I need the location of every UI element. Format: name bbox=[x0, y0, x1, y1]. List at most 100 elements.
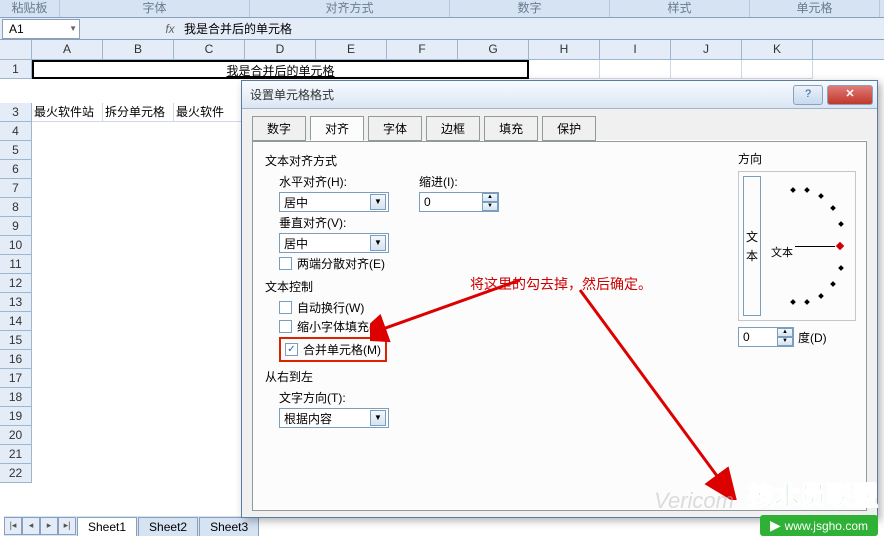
watermark-url: ▶ www.jsgho.com bbox=[760, 515, 878, 536]
sheet-nav-next-icon[interactable]: ▸ bbox=[40, 517, 58, 535]
row-header[interactable]: 19 bbox=[0, 407, 32, 426]
col-header-k[interactable]: K bbox=[742, 40, 813, 59]
col-header-g[interactable]: G bbox=[458, 40, 529, 59]
cell-a3[interactable]: 最火软件站 bbox=[32, 103, 103, 122]
col-header-i[interactable]: I bbox=[600, 40, 671, 59]
cell[interactable] bbox=[600, 60, 671, 79]
format-cells-dialog: 设置单元格格式 ? ✕ 数字 对齐 字体 边框 填充 保护 文本对齐方式 水平对… bbox=[241, 80, 878, 518]
dropdown-arrow-icon[interactable]: ▼ bbox=[370, 410, 386, 426]
text-direction-combo[interactable]: 根据内容 ▼ bbox=[279, 408, 389, 428]
spin-up-icon[interactable]: ▲ bbox=[482, 193, 498, 202]
orientation-dial[interactable]: 文本 bbox=[761, 176, 851, 316]
vertical-align-label: 垂直对齐(V): bbox=[279, 214, 359, 231]
horizontal-align-combo[interactable]: 居中 ▼ bbox=[279, 192, 389, 212]
justify-distributed-checkbox[interactable] bbox=[279, 257, 292, 270]
dropdown-arrow-icon[interactable]: ▼ bbox=[370, 194, 386, 210]
dial-line bbox=[795, 246, 835, 247]
row-header[interactable]: 5 bbox=[0, 141, 32, 160]
dial-text: 文本 bbox=[771, 244, 793, 260]
merged-cell-a1-g1[interactable]: 我是合并后的单元格 bbox=[32, 60, 529, 79]
dialog-titlebar[interactable]: 设置单元格格式 ? ✕ bbox=[242, 81, 877, 109]
row-header[interactable]: 6 bbox=[0, 160, 32, 179]
dialog-help-button[interactable]: ? bbox=[793, 85, 823, 105]
formula-input[interactable]: 我是合并后的单元格 bbox=[180, 20, 884, 37]
row-header[interactable]: 16 bbox=[0, 350, 32, 369]
row-header[interactable]: 8 bbox=[0, 198, 32, 217]
sheet-nav-first-icon[interactable]: |◂ bbox=[4, 517, 22, 535]
sheet-tab-1[interactable]: Sheet1 bbox=[77, 517, 137, 536]
row-header[interactable]: 20 bbox=[0, 426, 32, 445]
row-header[interactable]: 11 bbox=[0, 255, 32, 274]
ribbon-group-font: 字体 bbox=[60, 0, 250, 17]
select-all-corner[interactable] bbox=[0, 40, 32, 59]
col-header-e[interactable]: E bbox=[316, 40, 387, 59]
dropdown-arrow-icon[interactable]: ▼ bbox=[370, 235, 386, 251]
indent-value: 0 bbox=[424, 195, 431, 209]
vertical-text-button[interactable]: 文 本 bbox=[743, 176, 761, 316]
ribbon-group-styles: 样式 bbox=[610, 0, 750, 17]
row-header[interactable]: 9 bbox=[0, 217, 32, 236]
ribbon-group-clipboard: 粘贴板 bbox=[0, 0, 60, 17]
merge-cells-highlight: ✓ 合并单元格(M) bbox=[279, 337, 387, 362]
col-header-f[interactable]: F bbox=[387, 40, 458, 59]
cell[interactable] bbox=[671, 60, 742, 79]
sheet-nav-prev-icon[interactable]: ◂ bbox=[22, 517, 40, 535]
col-header-d[interactable]: D bbox=[245, 40, 316, 59]
tab-fill[interactable]: 填充 bbox=[484, 116, 538, 141]
orientation-label: 方向 bbox=[738, 150, 856, 167]
wrap-text-checkbox[interactable] bbox=[279, 301, 292, 314]
ribbon-group-cells: 单元格 bbox=[750, 0, 880, 17]
spin-down-icon[interactable]: ▼ bbox=[777, 337, 793, 346]
dial-handle-icon[interactable] bbox=[836, 242, 844, 250]
col-header-h[interactable]: H bbox=[529, 40, 600, 59]
text-direction-value: 根据内容 bbox=[284, 410, 332, 427]
row-header[interactable]: 14 bbox=[0, 312, 32, 331]
vertical-align-combo[interactable]: 居中 ▼ bbox=[279, 233, 389, 253]
dialog-tabs: 数字 对齐 字体 边框 填充 保护 bbox=[252, 115, 867, 141]
row-header-3[interactable]: 3 bbox=[0, 103, 32, 122]
name-box[interactable]: A1 ▼ bbox=[2, 19, 80, 39]
row-header[interactable]: 4 bbox=[0, 122, 32, 141]
col-header-a[interactable]: A bbox=[32, 40, 103, 59]
column-headers: A B C D E F G H I J K bbox=[0, 40, 884, 60]
shrink-to-fit-checkbox[interactable] bbox=[279, 320, 292, 333]
ribbon-group-labels: 粘贴板 字体 对齐方式 数字 样式 单元格 bbox=[0, 0, 884, 18]
sheet-tab-bar: |◂ ◂ ▸ ▸| Sheet1 Sheet2 Sheet3 bbox=[4, 516, 259, 536]
cell[interactable] bbox=[742, 60, 813, 79]
spin-down-icon[interactable]: ▼ bbox=[482, 202, 498, 211]
watermark-title: 技术员联盟 bbox=[748, 476, 878, 513]
horizontal-align-value: 居中 bbox=[284, 194, 308, 211]
tab-number[interactable]: 数字 bbox=[252, 116, 306, 141]
row-header[interactable]: 10 bbox=[0, 236, 32, 255]
cell[interactable] bbox=[529, 60, 600, 79]
tab-border[interactable]: 边框 bbox=[426, 116, 480, 141]
row-header[interactable]: 22 bbox=[0, 464, 32, 483]
row-header-1[interactable]: 1 bbox=[0, 60, 32, 79]
dialog-close-button[interactable]: ✕ bbox=[827, 85, 873, 105]
col-header-b[interactable]: B bbox=[103, 40, 174, 59]
sheet-tab-2[interactable]: Sheet2 bbox=[138, 517, 198, 536]
name-box-dropdown-icon[interactable]: ▼ bbox=[69, 24, 77, 33]
degree-spinner[interactable]: 0 ▲▼ bbox=[738, 327, 794, 347]
row-header[interactable]: 21 bbox=[0, 445, 32, 464]
row-header[interactable]: 12 bbox=[0, 274, 32, 293]
spin-up-icon[interactable]: ▲ bbox=[777, 328, 793, 337]
cell-c3[interactable]: 最火软件 bbox=[174, 103, 245, 122]
name-box-value: A1 bbox=[9, 22, 24, 36]
col-header-j[interactable]: J bbox=[671, 40, 742, 59]
col-header-c[interactable]: C bbox=[174, 40, 245, 59]
cell-b3[interactable]: 拆分单元格 bbox=[103, 103, 174, 122]
row-header[interactable]: 18 bbox=[0, 388, 32, 407]
indent-spinner[interactable]: 0 ▲▼ bbox=[419, 192, 499, 212]
tab-protection[interactable]: 保护 bbox=[542, 116, 596, 141]
sheet-nav-last-icon[interactable]: ▸| bbox=[58, 517, 76, 535]
row-header[interactable]: 13 bbox=[0, 293, 32, 312]
ribbon-group-number: 数字 bbox=[450, 0, 610, 17]
fx-icon[interactable]: fx bbox=[160, 22, 180, 36]
row-header[interactable]: 17 bbox=[0, 369, 32, 388]
tab-alignment[interactable]: 对齐 bbox=[310, 116, 364, 141]
row-header[interactable]: 7 bbox=[0, 179, 32, 198]
row-header[interactable]: 15 bbox=[0, 331, 32, 350]
tab-font[interactable]: 字体 bbox=[368, 116, 422, 141]
merge-cells-checkbox[interactable]: ✓ bbox=[285, 343, 298, 356]
